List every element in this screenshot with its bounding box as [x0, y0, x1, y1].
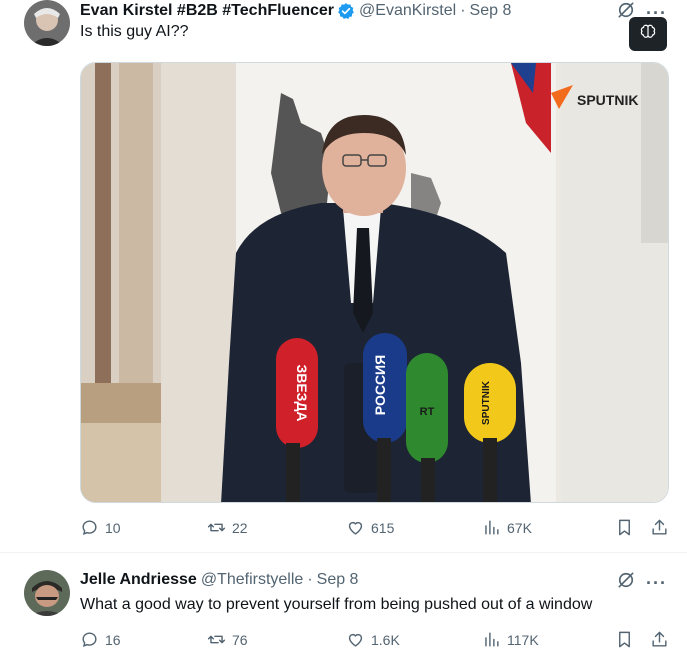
share-button[interactable]	[650, 518, 669, 537]
mic-label: ЗВЕЗДА	[294, 364, 310, 421]
like-icon	[348, 521, 363, 535]
timestamp[interactable]: Sep 8	[317, 571, 359, 589]
like-button[interactable]: 615	[346, 518, 394, 537]
grok-explain-button[interactable]	[629, 17, 667, 51]
views-button[interactable]: 67K	[482, 518, 532, 537]
mic-label: SPUTNIK	[481, 380, 492, 425]
avatar[interactable]	[24, 0, 70, 46]
tweet-header: Jelle Andriesse @Thefirstyelle · Sep 8	[80, 571, 358, 589]
bookmark-button[interactable]	[615, 630, 634, 649]
views-icon	[485, 632, 499, 647]
views-count: 117K	[507, 631, 539, 648]
reply-icon	[82, 632, 97, 647]
share-icon	[652, 519, 667, 535]
tweet-text: What a good way to prevent yourself from…	[80, 596, 593, 613]
views-button[interactable]: 117K	[482, 630, 539, 649]
tweet-top-actions: ···	[616, 570, 667, 595]
author-name[interactable]: Jelle Andriesse	[80, 571, 197, 589]
retweet-icon	[207, 635, 226, 644]
like-count: 615	[371, 519, 395, 536]
tweet-image[interactable]: SPUTNIK ЗВЕЗДА РОССИЯ RT SPUTNIK	[80, 62, 669, 503]
retweet-button[interactable]: 22	[207, 518, 248, 537]
tweet-text: Is this guy AI??	[80, 23, 189, 40]
retweet-count: 22	[232, 519, 248, 536]
author-handle[interactable]: @EvanKirstel	[359, 2, 456, 20]
reply-count: 16	[105, 631, 121, 648]
like-icon	[348, 633, 363, 647]
reply-icon	[82, 520, 97, 535]
avatar[interactable]	[24, 570, 70, 616]
author-name[interactable]: Evan Kirstel #B2B #TechFluencer	[80, 2, 334, 20]
more-icon[interactable]: ···	[646, 574, 667, 592]
mic-label: РОССИЯ	[372, 355, 388, 415]
mic-label: RT	[420, 406, 435, 418]
tweet-actions: 16 76 1.6K 117K	[80, 630, 670, 654]
reply-count: 10	[105, 519, 121, 536]
separator: ·	[460, 2, 466, 19]
share-button[interactable]	[650, 630, 669, 649]
verified-icon	[337, 2, 355, 20]
share-icon	[652, 631, 667, 647]
like-count: 1.6K	[371, 631, 400, 648]
timestamp[interactable]: Sep 8	[470, 2, 512, 20]
retweet-button[interactable]: 76	[207, 630, 248, 649]
grok-slash-icon[interactable]	[616, 570, 636, 595]
bookmark-button[interactable]	[615, 518, 634, 537]
views-count: 67K	[507, 519, 532, 536]
separator: ·	[307, 571, 313, 588]
tweet[interactable]: Jelle Andriesse @Thefirstyelle · Sep 8 ·…	[0, 554, 687, 661]
retweet-icon	[207, 523, 226, 532]
grok-icon	[639, 23, 657, 46]
author-handle[interactable]: @Thefirstyelle	[201, 571, 304, 589]
bookmark-icon	[619, 631, 630, 648]
tweet-actions: 10 22 615 67K	[80, 518, 670, 542]
reply-button[interactable]: 10	[80, 518, 121, 537]
more-icon[interactable]: ···	[646, 4, 667, 22]
image-watermark: SPUTNIK	[577, 92, 638, 108]
like-button[interactable]: 1.6K	[346, 630, 400, 649]
retweet-count: 76	[232, 631, 248, 648]
reply-button[interactable]: 16	[80, 630, 121, 649]
tweet[interactable]: Evan Kirstel #B2B #TechFluencer @EvanKir…	[0, 0, 687, 553]
views-icon	[485, 520, 499, 535]
tweet-header: Evan Kirstel #B2B #TechFluencer @EvanKir…	[80, 2, 511, 20]
bookmark-icon	[619, 519, 630, 536]
